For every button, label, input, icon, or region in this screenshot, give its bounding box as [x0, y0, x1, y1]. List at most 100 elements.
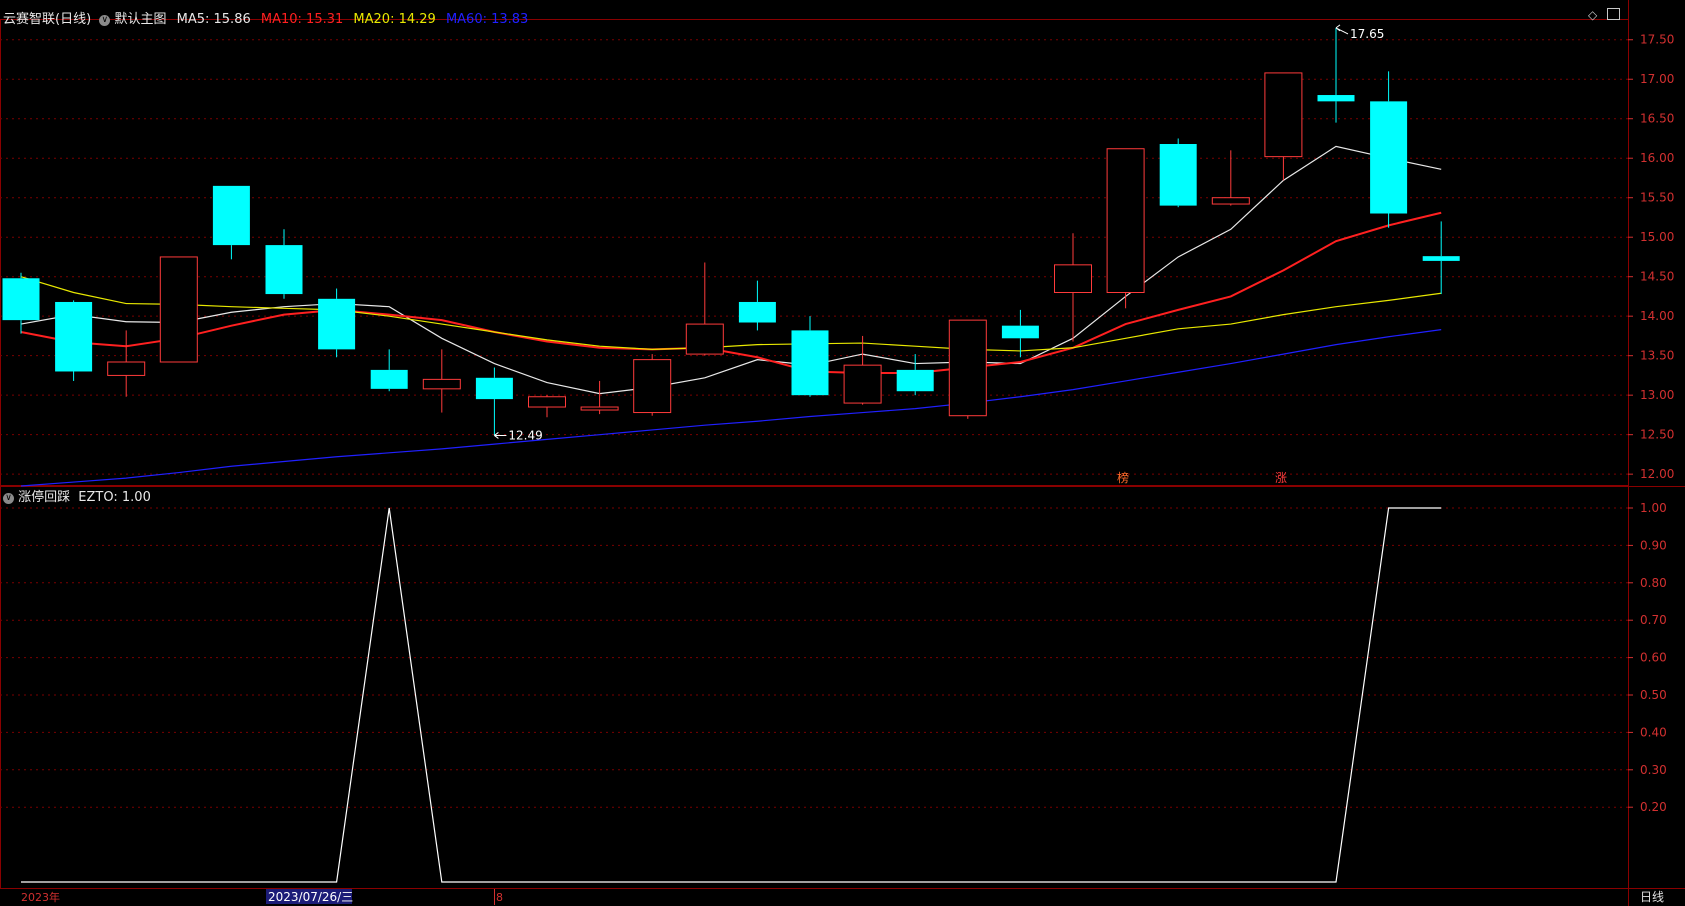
- candle-body: [107, 361, 146, 376]
- indicator-tick-label: 0.80: [1640, 576, 1667, 590]
- period-label: (日线): [55, 12, 92, 27]
- candle-body: [370, 369, 408, 389]
- collapse-icon[interactable]: ∨: [99, 15, 111, 26]
- candle-up: [843, 335, 882, 405]
- ma20-label: MA20: 14.29: [353, 12, 436, 27]
- price-tick-label: 17.00: [1640, 72, 1674, 86]
- candle-up: [633, 354, 672, 416]
- indicator-name[interactable]: 涨停回踩: [18, 490, 70, 505]
- candle-down: [318, 288, 356, 358]
- indicator-tick-label: 0.20: [1640, 800, 1667, 814]
- candle-down: [791, 316, 829, 397]
- low-price-annotation: 12.49: [494, 428, 543, 442]
- price-tick-label: 14.00: [1640, 309, 1674, 323]
- candle-body: [685, 323, 724, 355]
- price-tick-label: 17.50: [1640, 33, 1674, 47]
- diamond-icon[interactable]: ◇: [1588, 8, 1597, 22]
- indicator-tick-label: 1.00: [1640, 501, 1667, 515]
- price-tick-label: 12.00: [1640, 467, 1674, 481]
- low-price-label: 12.49: [508, 428, 542, 442]
- candle-up: [422, 349, 461, 413]
- candle-down: [265, 229, 303, 299]
- sub-grid: [0, 507, 1628, 808]
- candle-body: [791, 330, 829, 396]
- candle-body: [1001, 325, 1039, 339]
- candle-body: [1370, 101, 1408, 214]
- candle-body: [528, 396, 566, 408]
- price-tick-label: 14.50: [1640, 270, 1674, 284]
- candle-down: [2, 272, 40, 334]
- candle-body: [422, 378, 461, 390]
- candle-body: [55, 301, 93, 372]
- candle-up: [1106, 148, 1145, 309]
- candle-down: [738, 280, 776, 331]
- candle-body: [318, 298, 356, 350]
- ma60-label: MA60: 13.83: [445, 12, 529, 27]
- main-panel-header: 云赛智联(日线) ∨ 默认主图 MA5: 15.86 MA10: 15.31 M…: [3, 8, 528, 27]
- candle-down: [475, 367, 513, 436]
- candle-body: [738, 301, 776, 323]
- price-tick-label: 13.00: [1640, 388, 1674, 402]
- template-label[interactable]: 默认主图: [114, 12, 166, 27]
- candle-up: [159, 256, 198, 363]
- month-label: 8: [496, 891, 503, 904]
- chart-stage: 12.00 12.50 13.00 13.50 14.00 14.50 15.00 15.50…: [0, 0, 1685, 906]
- ma10-label: MA10: 15.31: [260, 12, 344, 27]
- candle-body: [212, 185, 250, 246]
- ma20-line: [20, 276, 1442, 352]
- candle-body: [2, 278, 40, 321]
- candle-down: [896, 354, 934, 396]
- candle-body: [1054, 264, 1092, 293]
- ma5-label: MA5: 15.86: [176, 12, 251, 27]
- indicator-tick-label: 0.90: [1640, 538, 1667, 552]
- price-tick-label: 13.50: [1640, 349, 1674, 363]
- limit-up-badge[interactable]: 涨: [1275, 470, 1287, 485]
- price-tick-label: 15.00: [1640, 230, 1674, 244]
- indicator-tick-label: 0.50: [1640, 688, 1667, 702]
- candle-body: [1264, 72, 1303, 158]
- candle-body: [265, 245, 303, 295]
- candle-body: [948, 319, 987, 417]
- price-tick-label: 12.50: [1640, 428, 1674, 442]
- candle-down: [1370, 71, 1408, 228]
- candle-up: [1054, 233, 1092, 342]
- high-price-label: 17.65: [1350, 27, 1384, 41]
- candle-body: [1159, 144, 1197, 206]
- candle-body: [843, 364, 882, 404]
- cursor-date: 2023/07/26/三: [268, 890, 353, 904]
- ezto-value-label: EZTO: 1.00: [78, 490, 151, 505]
- stock-name[interactable]: 云赛智联: [3, 12, 55, 27]
- candle-down: [212, 185, 250, 260]
- ma5-line: [20, 145, 1442, 395]
- candle-body: [580, 406, 619, 411]
- candle-up: [1264, 72, 1303, 181]
- candle-up: [948, 319, 987, 419]
- candle-body: [1106, 148, 1145, 293]
- candle-body: [159, 256, 198, 363]
- panel-toggle-icon[interactable]: [1607, 8, 1620, 20]
- year-label: 2023年: [21, 890, 60, 904]
- candle-down: [55, 300, 93, 381]
- candle-body: [633, 359, 672, 414]
- candle-up: [528, 395, 566, 418]
- candle-body: [475, 377, 513, 400]
- candle-body: [896, 369, 934, 392]
- candle-down: [1317, 27, 1355, 123]
- indicator-tick-label: 0.60: [1640, 651, 1667, 665]
- period-button[interactable]: 日线: [1640, 890, 1664, 904]
- indicator-axis: 0.20 0.30 0.40 0.50 0.60 0.70 0.80 0.90 1.00: [1628, 501, 1667, 814]
- high-price-annotation: 17.65: [1335, 24, 1384, 41]
- collapse-icon[interactable]: ∨: [3, 493, 14, 504]
- rank-badge[interactable]: 榜: [1117, 470, 1129, 485]
- candle-down: [1159, 138, 1197, 208]
- sub-panel-frame: [0, 486, 1629, 889]
- candlesticks: [2, 27, 1460, 436]
- price-tick-label: 16.50: [1640, 112, 1674, 126]
- price-tick-label: 15.50: [1640, 191, 1674, 205]
- candle-body: [1422, 256, 1460, 261]
- price-tick-label: 16.00: [1640, 151, 1674, 165]
- sub-panel-header: ∨ 涨停回踩 EZTO: 1.00: [3, 486, 151, 505]
- indicator-tick-label: 0.40: [1640, 725, 1667, 739]
- indicator-tick-label: 0.70: [1640, 613, 1667, 627]
- indicator-tick-label: 0.30: [1640, 763, 1667, 777]
